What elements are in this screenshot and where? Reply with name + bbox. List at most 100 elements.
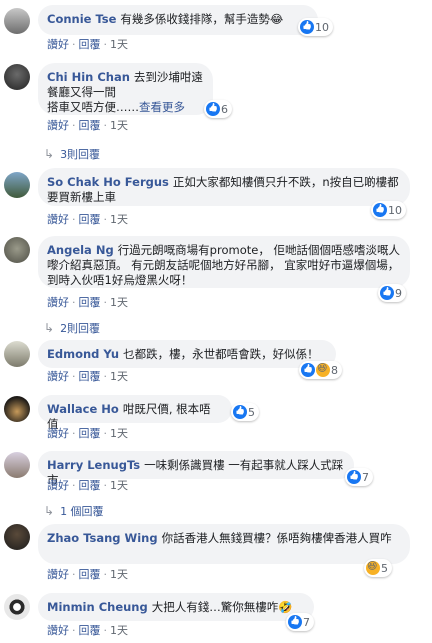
like-reaction-icon (380, 286, 394, 300)
comment-bubble: Wallace Ho 咁既尺價, 根本唔值 (38, 395, 232, 431)
reaction-count: 10 (388, 203, 402, 217)
reply-link[interactable]: 回覆 (79, 370, 101, 383)
reaction-count: 7 (303, 615, 310, 629)
reply-link[interactable]: 回覆 (79, 213, 101, 226)
comment-author[interactable]: Angela Ng (47, 243, 114, 257)
see-more-link[interactable]: 查看更多 (139, 100, 185, 114)
like-link[interactable]: 讚好 (47, 370, 69, 383)
comment-time[interactable]: 1天 (110, 427, 128, 440)
avatar[interactable] (4, 396, 30, 422)
like-link[interactable]: 讚好 (47, 213, 69, 226)
comment-text: 乜都跌，樓，永世都唔會跌，好似係！ (123, 347, 319, 361)
avatar[interactable] (4, 64, 30, 90)
avatar[interactable] (4, 237, 30, 263)
reply-arrow-icon: ↳ (44, 147, 55, 161)
comment-bubble: Harry LenugTs 一味剩係識買樓 一有起事就人踩人式踩市 (38, 451, 354, 487)
like-link[interactable]: 讚好 (47, 119, 69, 132)
avatar[interactable] (4, 452, 30, 478)
comment-bubble: Edmond Yu 乜都跌，樓，永世都唔會跌，好似係！ (38, 340, 336, 368)
view-replies-link[interactable]: ↳ 2則回覆 (44, 320, 100, 336)
like-link[interactable]: 讚好 (47, 38, 69, 51)
comment-actions: 讚好 · 回覆 · 1天 (47, 296, 128, 309)
comment-author[interactable]: Minmin Cheung (47, 600, 148, 614)
like-reaction-icon (233, 405, 247, 419)
comment-time[interactable]: 1天 (110, 38, 128, 51)
like-link[interactable]: 讚好 (47, 624, 69, 637)
reaction-count: 5 (381, 561, 388, 575)
like-link[interactable]: 讚好 (47, 479, 69, 492)
reply-link[interactable]: 回覆 (79, 479, 101, 492)
avatar[interactable] (4, 341, 30, 367)
comment-text-line: 餐廳又得一間 (47, 85, 116, 99)
comment-bubble: Connie Tse 有幾多係收錢排隊，幫手造勢😂 (38, 5, 318, 35)
comment-bubble: Minmin Cheung 大把人有錢…驚你無樓咋🤣 (38, 593, 314, 621)
comment-actions: 讚好 · 回覆 · 1天 (47, 119, 128, 132)
haha-reaction-icon (316, 363, 330, 377)
comment-time[interactable]: 1天 (110, 479, 128, 492)
reply-link[interactable]: 回覆 (79, 38, 101, 51)
reaction-badge[interactable]: 10 (298, 18, 333, 36)
comment-author[interactable]: Connie Tse (47, 12, 116, 26)
comment-time[interactable]: 1天 (110, 296, 128, 309)
comment-actions: 讚好 · 回覆 · 1天 (47, 213, 128, 226)
avatar[interactable] (4, 172, 30, 198)
reaction-badge[interactable]: 8 (299, 361, 342, 379)
reply-link[interactable]: 回覆 (79, 568, 101, 581)
comment-actions: 讚好 · 回覆 · 1天 (47, 479, 128, 492)
comment-author[interactable]: Zhao Tsang Wing (47, 531, 158, 545)
avatar[interactable] (4, 8, 30, 34)
comment-time[interactable]: 1天 (110, 119, 128, 132)
like-reaction-icon (373, 203, 387, 217)
like-link[interactable]: 讚好 (47, 427, 69, 440)
reply-link[interactable]: 回覆 (79, 296, 101, 309)
comment-author[interactable]: So Chak Ho Fergus (47, 175, 169, 189)
reaction-count: 8 (331, 363, 338, 377)
replies-label: 3則回覆 (60, 148, 101, 161)
like-reaction-icon (206, 102, 220, 116)
comment-actions: 讚好 · 回覆 · 1天 (47, 427, 128, 440)
comment-bubble: Angela Ng 行過元朗嘅商場有promote， 佢哋話個個唔感嗜淡嘅人嚟介紹… (38, 236, 410, 288)
like-link[interactable]: 讚好 (47, 568, 69, 581)
reaction-count: 9 (395, 286, 402, 300)
view-replies-link[interactable]: ↳ 1 個回覆 (44, 503, 104, 519)
replies-label: 1 個回覆 (60, 505, 104, 518)
comment-time[interactable]: 1天 (110, 624, 128, 637)
avatar[interactable] (4, 524, 30, 550)
comment-time[interactable]: 1天 (110, 568, 128, 581)
avatar[interactable] (4, 594, 30, 620)
comment-text-line: 搭車又唔方便…… (47, 100, 139, 114)
reaction-badge[interactable]: 10 (371, 201, 406, 219)
comment-author[interactable]: Chi Hin Chan (47, 70, 130, 84)
reaction-badge[interactable]: 7 (286, 613, 314, 631)
reaction-badge[interactable]: 7 (345, 468, 373, 486)
comment-bubble: Chi Hin Chan 去到沙埔咁遠 餐廳又得一間 搭車又唔方便……查看更多 (38, 63, 213, 115)
reaction-count: 10 (315, 20, 329, 34)
comment-bubble: So Chak Ho Fergus 正如大家都知樓價只升不跌，n按自已啲樓都要買新… (38, 168, 410, 206)
comment-bubble: Zhao Tsang Wing 你話香港人無錢買樓？係唔夠樓俾香港人買咋 (38, 524, 410, 564)
reply-arrow-icon: ↳ (44, 321, 55, 335)
like-reaction-icon (301, 363, 315, 377)
comment-author[interactable]: Harry LenugTs (47, 458, 140, 472)
comment-text: 大把人有錢…驚你無樓咋🤣 (151, 600, 293, 614)
like-link[interactable]: 讚好 (47, 296, 69, 309)
comment-time[interactable]: 1天 (110, 370, 128, 383)
reaction-badge[interactable]: 9 (378, 284, 406, 302)
reaction-badge[interactable]: 6 (204, 100, 232, 118)
comment-author[interactable]: Edmond Yu (47, 347, 119, 361)
comment-text-line: 去到沙埔咁遠 (133, 70, 203, 84)
like-reaction-icon (288, 615, 302, 629)
comment-actions: 讚好 · 回覆 · 1天 (47, 370, 128, 383)
haha-reaction-icon (366, 561, 380, 575)
comment-text: 有幾多係收錢排隊，幫手造勢😂 (120, 12, 284, 26)
reaction-badge[interactable]: 5 (231, 403, 259, 421)
comment-actions: 讚好 · 回覆 · 1天 (47, 568, 128, 581)
reply-link[interactable]: 回覆 (79, 427, 101, 440)
reply-link[interactable]: 回覆 (79, 624, 101, 637)
reaction-count: 6 (221, 102, 228, 116)
comment-author[interactable]: Wallace Ho (47, 402, 119, 416)
comment-actions: 讚好 · 回覆 · 1天 (47, 624, 128, 637)
reaction-badge[interactable]: 5 (364, 559, 392, 577)
comment-time[interactable]: 1天 (110, 213, 128, 226)
reply-link[interactable]: 回覆 (79, 119, 101, 132)
view-replies-link[interactable]: ↳ 3則回覆 (44, 146, 100, 162)
